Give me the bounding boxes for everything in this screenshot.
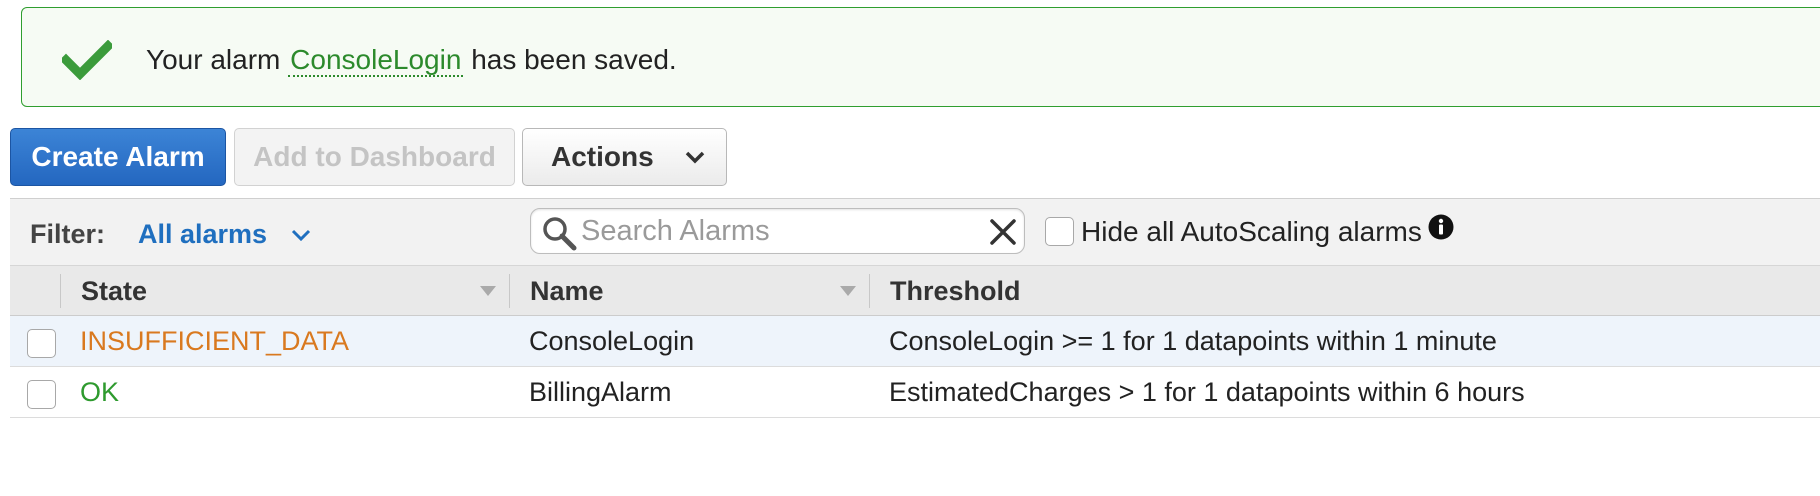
banner-message: Your alarm ConsoleLogin has been saved.: [146, 44, 677, 77]
add-to-dashboard-button[interactable]: Add to Dashboard: [234, 128, 515, 186]
threshold-cell: ConsoleLogin >= 1 for 1 datapoints withi…: [889, 326, 1497, 356]
column-separator: [509, 274, 510, 308]
search-icon: [543, 217, 577, 251]
actions-dropdown-button[interactable]: Actions: [522, 128, 727, 186]
search-box: [530, 208, 1025, 254]
actions-label: Actions: [551, 141, 654, 172]
hide-autoscaling-label[interactable]: Hide all AutoScaling alarms: [1081, 216, 1422, 248]
row-checkbox[interactable]: [27, 380, 56, 409]
info-icon[interactable]: [1428, 214, 1454, 240]
threshold-cell: EstimatedCharges > 1 for 1 datapoints wi…: [889, 377, 1525, 407]
banner-suffix: has been saved.: [471, 44, 677, 75]
create-alarm-button[interactable]: Create Alarm: [10, 128, 226, 186]
filter-selected-value: All alarms: [138, 219, 268, 249]
success-banner: Your alarm ConsoleLogin has been saved.: [21, 7, 1820, 107]
column-header-state[interactable]: State: [81, 266, 147, 316]
filter-label: Filter:: [30, 219, 106, 249]
banner-prefix: Your alarm: [146, 44, 281, 75]
table-row[interactable]: OK BillingAlarm EstimatedCharges > 1 for…: [10, 367, 1820, 418]
sort-arrow-icon[interactable]: [480, 286, 496, 296]
filter-bar: Filter: All alarms Hide all AutoScaling …: [10, 198, 1820, 266]
table-row[interactable]: INSUFFICIENT_DATA ConsoleLogin ConsoleLo…: [10, 316, 1820, 367]
state-cell: OK: [80, 377, 120, 407]
chevron-down-icon: [292, 229, 311, 241]
name-cell[interactable]: ConsoleLogin: [529, 316, 694, 367]
column-header-name[interactable]: Name: [530, 266, 604, 316]
search-input[interactable]: [581, 212, 981, 250]
column-separator: [869, 274, 870, 308]
clear-search-icon[interactable]: [988, 217, 1018, 247]
column-separator: [60, 274, 61, 308]
checkmark-icon: [62, 40, 112, 80]
filter-dropdown[interactable]: All alarms: [138, 219, 311, 250]
name-cell[interactable]: BillingAlarm: [529, 367, 672, 418]
state-cell: INSUFFICIENT_DATA: [80, 326, 350, 356]
chevron-down-icon: [685, 151, 704, 164]
table-header: State Name Threshold: [10, 266, 1820, 316]
column-header-threshold[interactable]: Threshold: [890, 266, 1021, 316]
sort-arrow-icon[interactable]: [840, 286, 856, 296]
banner-alarm-link[interactable]: ConsoleLogin: [288, 44, 464, 77]
row-checkbox[interactable]: [27, 329, 56, 358]
hide-autoscaling-checkbox[interactable]: [1045, 217, 1074, 246]
